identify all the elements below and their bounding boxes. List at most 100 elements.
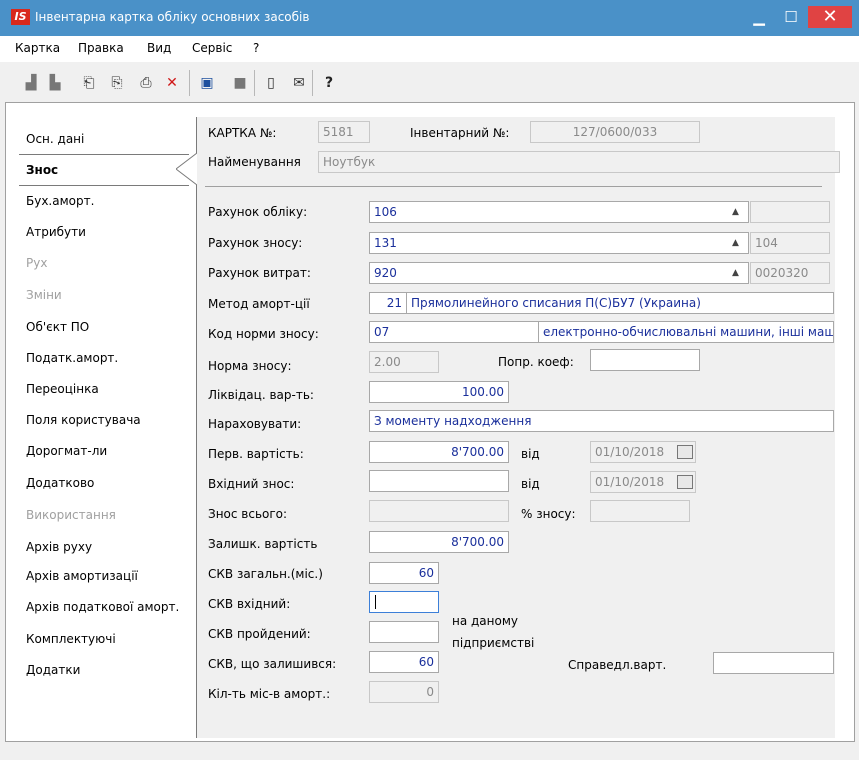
norm-code-label: Код норми зносу: (208, 327, 319, 341)
menu-view[interactable]: Вид (147, 41, 171, 55)
at-enterprise-label-1: на даному (452, 614, 519, 628)
help-icon[interactable]: ? (320, 74, 338, 92)
inventory-number-label: Інвентарний №: (410, 126, 510, 140)
sidebar-item-acc-amort[interactable]: Бух.аморт. (26, 194, 94, 208)
toolbar-separator (189, 70, 190, 96)
residual-field[interactable]: 8'700.00 (369, 531, 509, 553)
card-number-label: КАРТКА №: (208, 126, 277, 140)
calendar-icon[interactable] (677, 475, 693, 489)
cost-account-extra-field: 0020320 (750, 262, 830, 284)
method-name-field[interactable]: Прямолинейного списания П(С)БУ7 (Украина… (406, 292, 834, 314)
account-dropdown-icon[interactable]: ▲ (732, 207, 739, 217)
useful-input-label: СКВ вхідний: (208, 597, 291, 611)
fair-value-field[interactable] (713, 652, 834, 674)
delete-icon[interactable]: ✕ (163, 74, 181, 92)
input-depr-field[interactable] (369, 470, 509, 492)
useful-input-field[interactable] (369, 591, 439, 613)
residual-label: Залишк. вартість (208, 537, 318, 551)
input-depr-label: Вхідний знос: (208, 477, 295, 491)
useful-left-field[interactable]: 60 (369, 651, 439, 673)
sidebar-item-main[interactable]: Осн. дані (26, 132, 84, 146)
cost-account-dropdown-icon[interactable]: ▲ (732, 268, 739, 278)
months-label: Кіл-ть міс-в аморт.: (208, 687, 331, 701)
document-icon[interactable]: ▯ (262, 74, 280, 92)
input-date-from-label: від (521, 477, 540, 491)
sidebar-item-user-fields[interactable]: Поля користувача (26, 413, 141, 427)
sidebar-item-depreciation[interactable]: Знос (26, 163, 58, 177)
sidebar-item-movement-archive[interactable]: Архів руху (26, 540, 92, 554)
sidebar-item-additional[interactable]: Додатково (26, 476, 94, 490)
initial-cost-field[interactable]: 8'700.00 (369, 441, 509, 463)
cancel-icon[interactable]: ■ (231, 74, 249, 92)
toolbar (0, 62, 859, 102)
account-extra-field (750, 201, 830, 223)
sidebar-item-amort-archive[interactable]: Архів амортизації (26, 569, 138, 583)
norm-code-field[interactable]: 07 (369, 321, 539, 343)
maximize-button[interactable]: ☐ (776, 6, 806, 28)
sidebar-item-revaluation[interactable]: Переоцінка (26, 382, 99, 396)
norm-code-name-field[interactable]: електронно-обчислювальні машини, інші ма… (538, 321, 834, 343)
sidebar-item-tax-object[interactable]: Об'єкт ПО (26, 320, 89, 334)
useful-total-label: СКВ загальн.(міс.) (208, 567, 323, 581)
fair-value-label: Справедл.варт. (568, 658, 667, 672)
menu-service[interactable]: Сервіс (192, 41, 232, 55)
depr-account-label: Рахунок зносу: (208, 236, 303, 250)
depr-percent-label: % зносу: (521, 507, 576, 521)
months-field: 0 (369, 681, 439, 703)
header-divider (205, 186, 822, 187)
liquidation-label: Ліквідац. вар-ть: (208, 388, 314, 402)
sidebar-item-movement: Рух (26, 256, 48, 270)
window-title: Інвентарна картка обліку основних засобі… (35, 10, 310, 24)
calendar-icon[interactable] (677, 445, 693, 459)
open-icon[interactable]: ⎗ (80, 74, 98, 92)
account-select[interactable]: 106 (369, 201, 749, 223)
menu-edit[interactable]: Правка (78, 41, 124, 55)
close-button[interactable]: ✕ (808, 6, 852, 28)
minimize-button[interactable]: ▁ (744, 6, 774, 28)
inventory-number-field: 127/0600/033 (530, 121, 700, 143)
toolbar-separator (254, 70, 255, 96)
useful-left-label: СКВ, що залишився: (208, 657, 337, 671)
accrue-label: Нараховувати: (208, 417, 302, 431)
initial-date-from-label: від (521, 447, 540, 461)
cost-account-select[interactable]: 920 (369, 262, 749, 284)
name-label: Найменування (208, 155, 301, 169)
sidebar-item-changes: Зміни (26, 288, 62, 302)
new-record-icon[interactable]: ▟ (22, 74, 40, 92)
sidebar-item-tax-amort-archive[interactable]: Архів податкової аморт. (26, 600, 179, 614)
menu-card[interactable]: Картка (15, 41, 60, 55)
save-icon[interactable]: ▣ (198, 74, 216, 92)
sidebar-item-tax-amort[interactable]: Податк.аморт. (26, 351, 118, 365)
norm-field: 2.00 (369, 351, 439, 373)
print-icon[interactable]: ⎙ (137, 74, 155, 92)
sidebar-item-components[interactable]: Комплектуючі (26, 632, 116, 646)
coef-field[interactable] (590, 349, 700, 371)
open-copy-icon[interactable]: ⎘ (108, 74, 126, 92)
menu-help[interactable]: ? (253, 41, 259, 55)
initial-cost-label: Перв. вартість: (208, 447, 304, 461)
sidebar-item-precious-metals[interactable]: Дорогмат-ли (26, 444, 107, 458)
useful-total-field[interactable]: 60 (369, 562, 439, 584)
sidebar-item-attributes[interactable]: Атрибути (26, 225, 86, 239)
depr-account-dropdown-icon[interactable]: ▲ (732, 238, 739, 248)
total-depr-field (369, 500, 509, 522)
active-tab-notch (176, 153, 198, 186)
method-code-field[interactable]: 21 (369, 292, 407, 314)
total-depr-label: Знос всього: (208, 507, 288, 521)
useful-passed-field[interactable] (369, 621, 439, 643)
sidebar-item-attachments[interactable]: Додатки (26, 663, 80, 677)
mail-icon[interactable]: ✉ (290, 74, 308, 92)
account-label: Рахунок обліку: (208, 205, 308, 219)
useful-passed-label: СКВ пройдений: (208, 627, 311, 641)
liquidation-field[interactable]: 100.00 (369, 381, 509, 403)
accrue-field[interactable]: З моменту надходження (369, 410, 834, 432)
norm-label: Норма зносу: (208, 359, 292, 373)
name-field: Ноутбук (318, 151, 840, 173)
depr-account-select[interactable]: 131 (369, 232, 749, 254)
at-enterprise-label-2: підприємстві (452, 636, 535, 650)
app-logo-icon: IS (11, 9, 30, 25)
sidebar-item-usage: Використання (26, 508, 116, 522)
cost-account-label: Рахунок витрат: (208, 266, 311, 280)
menu-bar (0, 36, 859, 62)
copy-record-icon[interactable]: ▙ (46, 74, 64, 92)
